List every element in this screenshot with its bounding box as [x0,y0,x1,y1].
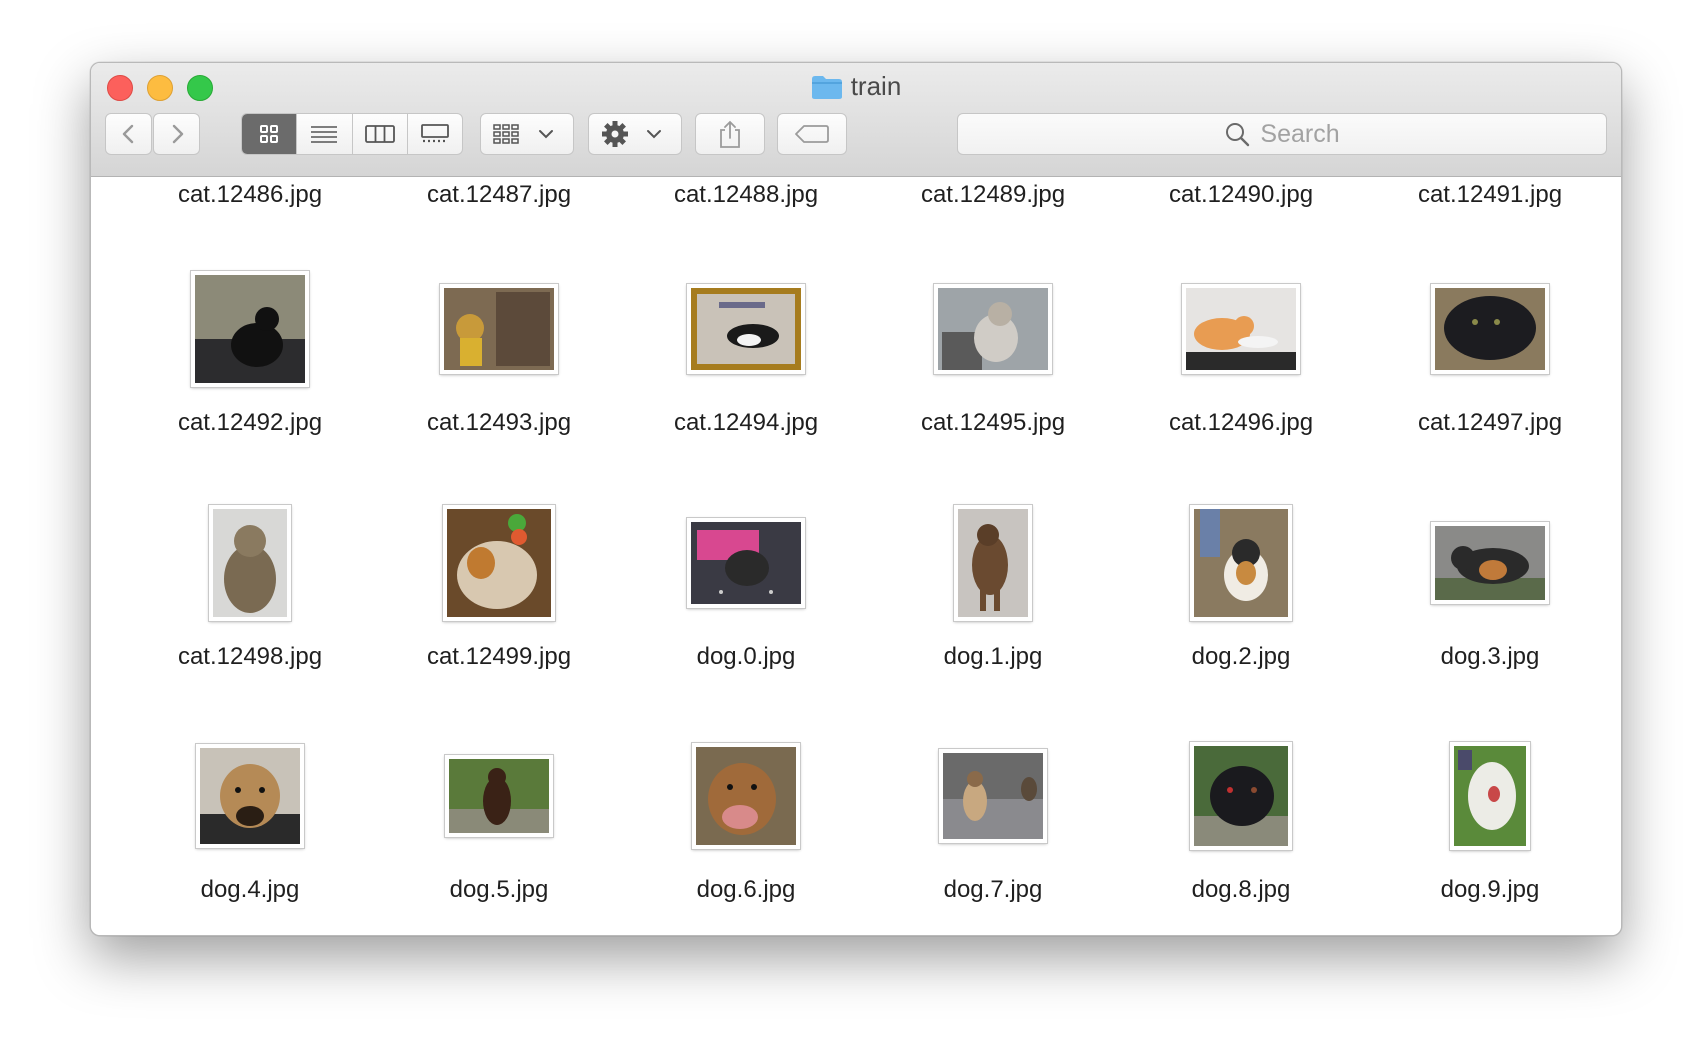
file-name[interactable]: cat.12487.jpg [384,181,614,209]
file-name[interactable]: cat.12488.jpg [631,181,861,209]
file-item[interactable]: cat.12494.jpg [631,263,861,495]
tag-icon [795,125,829,143]
file-name: dog.2.jpg [1191,643,1291,670]
file-thumbnail [934,284,1052,374]
file-name: dog.8.jpg [1191,876,1291,903]
file-thumbnail [939,749,1047,843]
file-name: dog.3.jpg [1440,643,1540,670]
file-thumbnail [440,284,558,374]
grid-icon [260,125,279,143]
columns-icon [364,125,395,143]
search-placeholder: Search [1260,119,1340,148]
file-name: dog.7.jpg [943,876,1043,903]
share-button[interactable] [695,113,765,155]
file-name: cat.12498.jpg [177,643,323,670]
share-icon [720,120,740,148]
file-thumbnail [692,743,800,849]
file-thumbnail [1190,742,1292,850]
file-item[interactable]: cat.12498.jpg [135,497,365,729]
column-view-button[interactable] [351,114,407,154]
file-name: cat.12492.jpg [177,409,323,436]
file-name: dog.4.jpg [200,876,300,903]
file-item[interactable]: dog.5.jpg [384,730,614,935]
file-item[interactable]: cat.12496.jpg [1126,263,1356,495]
file-thumbnail [1450,742,1530,850]
search-icon [1226,123,1250,147]
group-icon [493,124,553,144]
chevron-right-icon [172,124,183,144]
gallery-view-button[interactable] [406,114,462,154]
gear-icon [602,121,661,147]
chevron-down-icon [539,130,553,139]
file-thumbnail [687,518,805,608]
file-name[interactable]: cat.12491.jpg [1375,181,1605,209]
file-name: cat.12497.jpg [1417,409,1563,436]
file-name: cat.12495.jpg [920,409,1066,436]
file-item[interactable]: dog.6.jpg [631,730,861,935]
file-item[interactable]: dog.8.jpg [1126,730,1356,935]
file-thumbnail [443,505,555,621]
file-grid: cat.12486.jpg cat.12487.jpg cat.12488.jp… [91,177,1621,935]
file-name: cat.12499.jpg [426,643,572,670]
file-item[interactable]: cat.12497.jpg [1375,263,1605,495]
file-name: cat.12496.jpg [1168,409,1314,436]
window-title-area: train [91,71,1621,105]
chevron-left-icon [122,124,133,144]
search-field[interactable]: Search [957,113,1607,155]
file-thumbnail [445,755,553,837]
file-name[interactable]: cat.12490.jpg [1126,181,1356,209]
gallery-icon [420,124,449,143]
file-thumbnail [687,284,805,374]
forward-button[interactable] [153,113,200,155]
file-item[interactable]: dog.7.jpg [878,730,1108,935]
file-item[interactable]: dog.9.jpg [1375,730,1605,935]
group-by-button[interactable] [480,113,574,155]
window-title: train [850,71,902,101]
file-item[interactable]: cat.12492.jpg [135,263,365,495]
file-name: cat.12493.jpg [426,409,572,436]
file-thumbnail [191,271,309,387]
file-item[interactable]: cat.12495.jpg [878,263,1108,495]
finder-window: train Search cat.12486.jpg cat.12487.jpg… [90,62,1622,936]
file-name: dog.6.jpg [696,876,796,903]
file-thumbnail [1431,284,1549,374]
file-item[interactable]: dog.2.jpg [1126,497,1356,729]
file-item[interactable]: dog.1.jpg [878,497,1108,729]
list-icon [311,126,338,143]
view-mode-control [241,113,463,155]
file-thumbnail [1182,284,1300,374]
icon-view-button[interactable] [242,114,297,154]
list-view-button[interactable] [296,114,351,154]
file-item[interactable]: dog.4.jpg [135,730,365,935]
file-thumbnail [1190,505,1292,621]
file-name: dog.5.jpg [449,876,549,903]
file-name[interactable]: cat.12489.jpg [878,181,1108,209]
file-name: cat.12494.jpg [673,409,819,436]
back-button[interactable] [105,113,152,155]
file-thumbnail [1431,522,1549,604]
file-name: dog.1.jpg [943,643,1043,670]
tags-button[interactable] [777,113,847,155]
file-item[interactable]: cat.12499.jpg [384,497,614,729]
folder-icon [811,74,843,100]
title-bar: train Search [91,63,1621,177]
file-item[interactable]: dog.3.jpg [1375,497,1605,729]
action-menu-button[interactable] [588,113,682,155]
file-item[interactable]: cat.12493.jpg [384,263,614,495]
file-thumbnail [954,505,1032,621]
file-name[interactable]: cat.12486.jpg [135,181,365,209]
file-thumbnail [209,505,291,621]
file-name: dog.0.jpg [696,643,796,670]
file-thumbnail [196,744,304,848]
file-item[interactable]: dog.0.jpg [631,497,861,729]
file-name: dog.9.jpg [1440,876,1540,903]
